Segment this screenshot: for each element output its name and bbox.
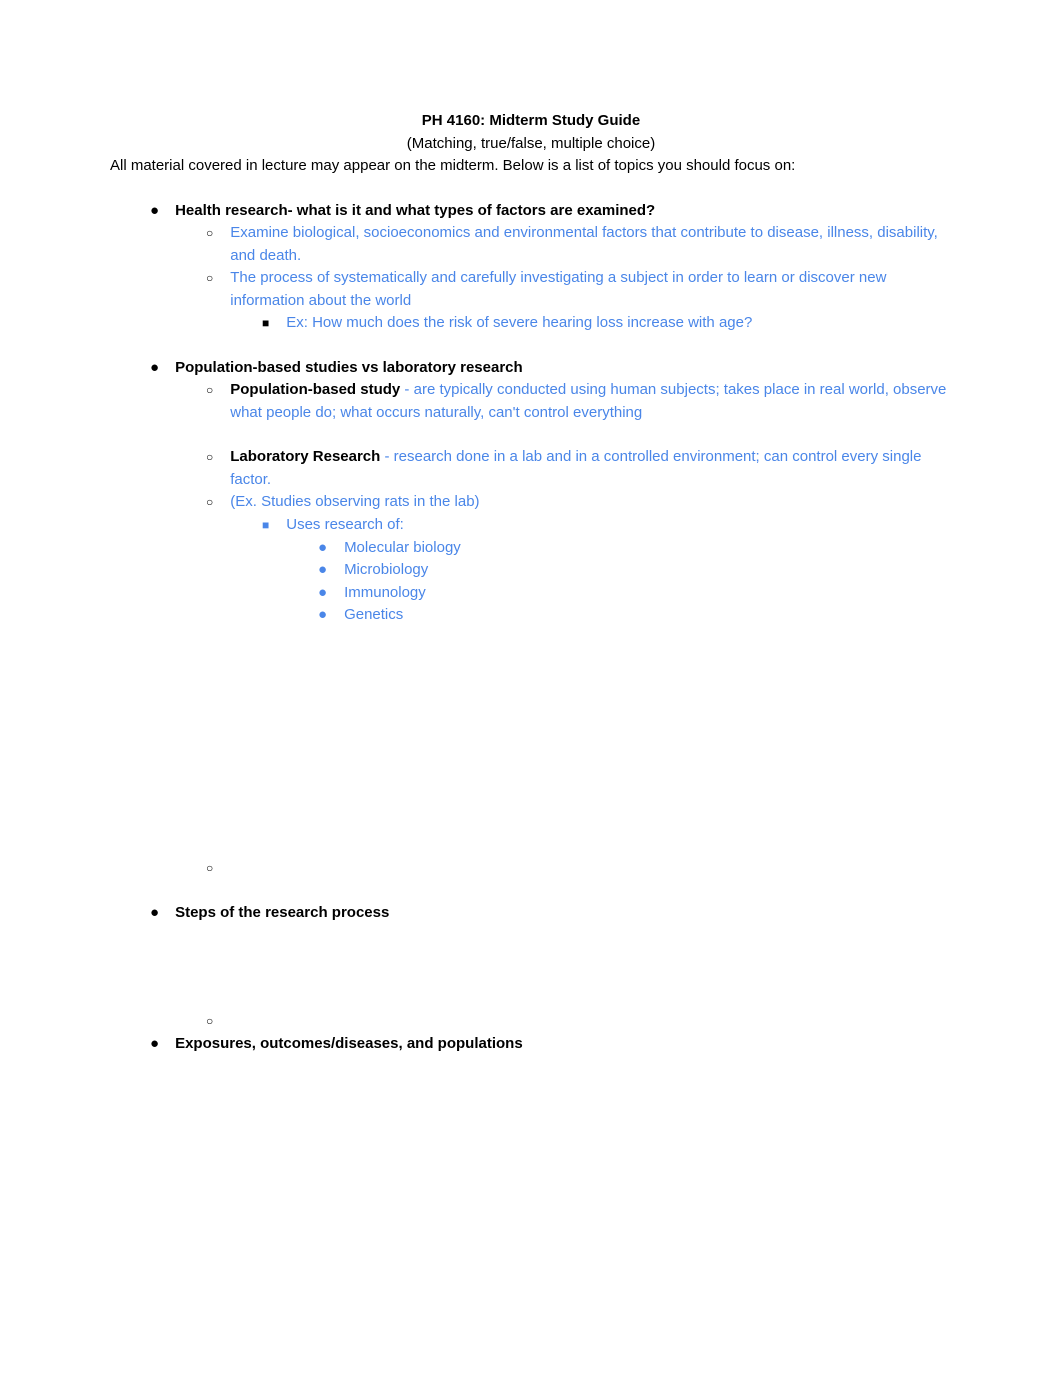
body-text: Microbiology [344, 559, 952, 582]
list-item: ● Genetics [318, 604, 952, 627]
list-item: ● Microbiology [318, 559, 952, 582]
bullet-icon: ○ [206, 1010, 213, 1033]
body-text: Population-based study - are typically c… [230, 379, 952, 424]
term-label: Laboratory Research [230, 448, 380, 465]
body-text: Molecular biology [344, 537, 952, 560]
bullet-icon: ○ [206, 446, 213, 469]
topic-population-vs-lab: ● Population-based studies vs laboratory… [150, 357, 952, 380]
body-text: The process of systematically and carefu… [230, 267, 952, 312]
heading-text: Health research- what is it and what typ… [175, 200, 952, 223]
topic-health-research: ● Health research- what is it and what t… [150, 200, 952, 223]
bullet-icon: ● [150, 1033, 159, 1056]
list-item: ○ Laboratory Research - research done in… [206, 446, 952, 491]
bullet-icon: ● [150, 357, 159, 380]
body-text: Examine biological, socioeconomics and e… [230, 222, 952, 267]
bullet-icon: ■ [262, 514, 269, 537]
body-text: Laboratory Research - research done in a… [230, 446, 952, 491]
list-item: ● Molecular biology [318, 537, 952, 560]
list-item-empty: ○ [206, 857, 952, 880]
bullet-icon: ● [318, 582, 327, 605]
body-text: Immunology [344, 582, 952, 605]
list-item: ○ The process of systematically and care… [206, 267, 952, 312]
topic-research-steps: ● Steps of the research process [150, 902, 952, 925]
document-title: PH 4160: Midterm Study Guide [110, 110, 952, 133]
body-text: (Ex. Studies observing rats in the lab) [230, 491, 952, 514]
bullet-icon: ● [150, 902, 159, 925]
body-text: Uses research of: [286, 514, 952, 537]
bullet-icon: ● [318, 537, 327, 560]
list-item: ○ (Ex. Studies observing rats in the lab… [206, 491, 952, 514]
heading-text: Exposures, outcomes/diseases, and popula… [175, 1033, 952, 1056]
list-item: ■ Uses research of: [262, 514, 952, 537]
topic-exposures: ● Exposures, outcomes/diseases, and popu… [150, 1033, 952, 1056]
heading-text: Population-based studies vs laboratory r… [175, 357, 952, 380]
bullet-icon: ■ [262, 312, 269, 335]
intro-text: All material covered in lecture may appe… [110, 155, 952, 178]
bullet-icon: ○ [206, 267, 213, 290]
bullet-icon: ○ [206, 857, 213, 880]
term-label: Population-based study [230, 381, 400, 398]
bullet-icon: ○ [206, 491, 213, 514]
list-item: ■ Ex: How much does the risk of severe h… [262, 312, 952, 335]
list-item: ○ Population-based study - are typically… [206, 379, 952, 424]
bullet-icon: ○ [206, 222, 213, 245]
bullet-icon: ● [318, 559, 327, 582]
body-text: Ex: How much does the risk of severe hea… [286, 312, 952, 335]
separator: - [400, 381, 413, 398]
list-item: ● Immunology [318, 582, 952, 605]
list-item: ○ Examine biological, socioeconomics and… [206, 222, 952, 267]
bullet-icon: ● [150, 200, 159, 223]
body-text: Genetics [344, 604, 952, 627]
list-item-empty: ○ [206, 1010, 952, 1033]
separator: - [380, 448, 393, 465]
heading-text: Steps of the research process [175, 902, 952, 925]
bullet-icon: ○ [206, 379, 213, 402]
bullet-icon: ● [318, 604, 327, 627]
document-subtitle: (Matching, true/false, multiple choice) [110, 133, 952, 156]
